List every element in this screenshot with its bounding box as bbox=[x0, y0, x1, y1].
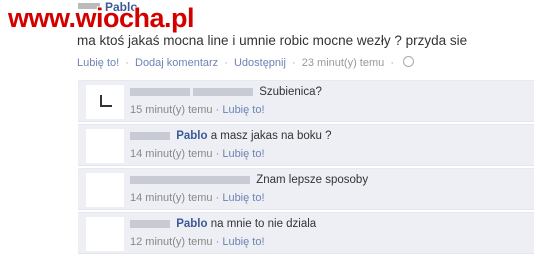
comment-author[interactable]: Pablo bbox=[176, 130, 207, 142]
comment-timestamp[interactable]: 12 minut(y) temu bbox=[130, 236, 213, 248]
avatar[interactable] bbox=[86, 217, 124, 251]
comment-author[interactable]: Pablo bbox=[176, 218, 207, 230]
separator: · bbox=[215, 148, 220, 160]
add-comment-link[interactable]: Dodaj komentarz bbox=[135, 57, 218, 69]
redacted-name bbox=[130, 219, 170, 228]
like-link[interactable]: Lubię to! bbox=[222, 236, 264, 248]
like-link[interactable]: Lubię to! bbox=[222, 192, 264, 204]
separator: · bbox=[125, 57, 129, 69]
redacted-name bbox=[193, 87, 253, 96]
redacted-name bbox=[130, 175, 250, 184]
status-post: www.wiocha.pl Pablo ma ktoś jakaś mocna … bbox=[0, 0, 537, 82]
comment-item: Pablo a masz jakas na boku ? 14 minut(y)… bbox=[78, 124, 534, 166]
post-text: ma ktoś jakaś mocna line i umnie robic m… bbox=[77, 33, 468, 48]
globe-icon[interactable] bbox=[403, 56, 415, 67]
watermark-logo: www.wiocha.pl bbox=[8, 3, 195, 33]
share-link[interactable]: Udostępnij bbox=[234, 57, 286, 69]
comment-text: Znam lepsze sposoby bbox=[256, 174, 369, 186]
comment-item: Pablo na mnie to nie dziala 12 minut(y) … bbox=[78, 212, 534, 254]
avatar[interactable] bbox=[86, 129, 124, 163]
comment-list: Szubienica? 15 minut(y) temu · Lubię to!… bbox=[78, 80, 534, 256]
separator: · bbox=[215, 192, 220, 204]
separator: · bbox=[215, 104, 220, 116]
separator: · bbox=[390, 57, 394, 69]
redacted-name bbox=[130, 87, 190, 96]
separator: · bbox=[292, 57, 296, 69]
comment-item: Szubienica? 15 minut(y) temu · Lubię to! bbox=[78, 80, 534, 122]
like-link[interactable]: Lubię to! bbox=[222, 148, 264, 160]
comment-text: na mnie to nie dziala bbox=[210, 218, 317, 230]
comment-item: Znam lepsze sposoby 14 minut(y) temu · L… bbox=[78, 168, 534, 210]
avatar[interactable] bbox=[86, 173, 124, 207]
redacted-name bbox=[130, 131, 170, 140]
comment-text: Szubienica? bbox=[259, 86, 322, 98]
post-actions: Lubię to! · Dodaj komentarz · Udostępnij… bbox=[77, 56, 415, 69]
like-link[interactable]: Lubię to! bbox=[222, 104, 264, 116]
comment-text: a masz jakas na boku ? bbox=[210, 130, 332, 142]
comment-timestamp[interactable]: 15 minut(y) temu bbox=[130, 104, 213, 116]
like-link[interactable]: Lubię to! bbox=[77, 57, 119, 69]
post-timestamp[interactable]: 23 minut(y) temu bbox=[302, 57, 385, 69]
comment-timestamp[interactable]: 14 minut(y) temu bbox=[130, 192, 213, 204]
separator: · bbox=[224, 57, 228, 69]
comment-timestamp[interactable]: 14 minut(y) temu bbox=[130, 148, 213, 160]
avatar[interactable] bbox=[86, 85, 124, 119]
separator: · bbox=[215, 236, 220, 248]
